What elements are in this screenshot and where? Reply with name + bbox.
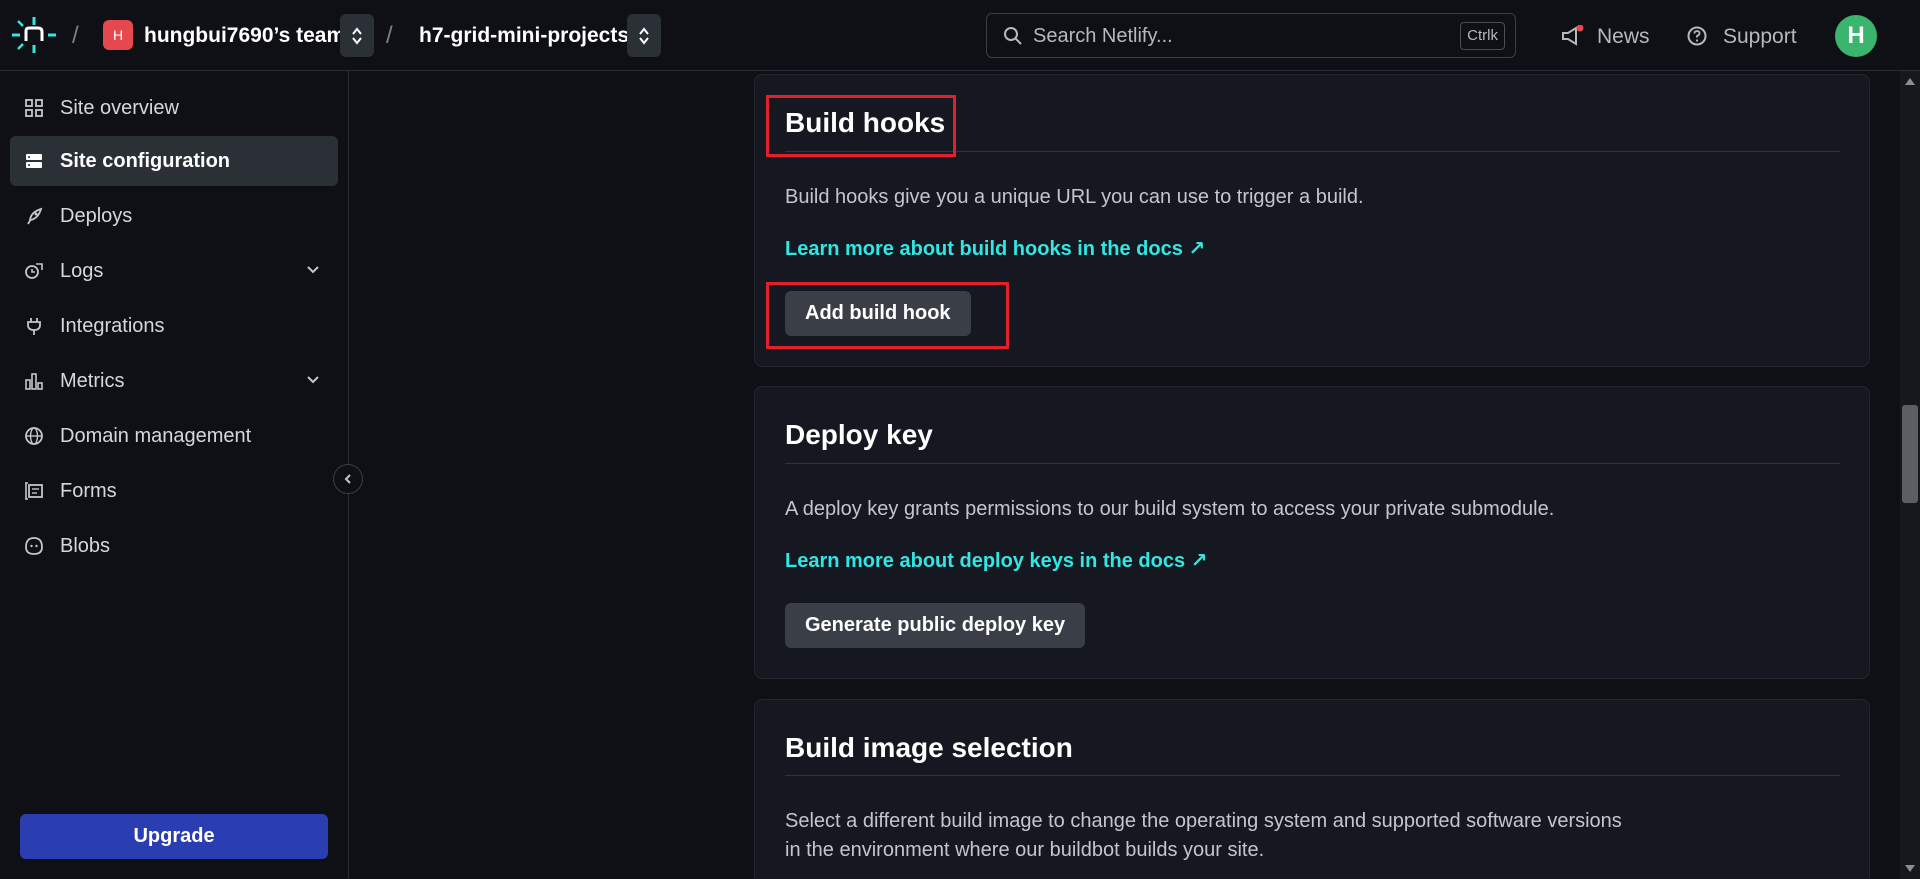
user-avatar[interactable]: H bbox=[1835, 15, 1877, 57]
sidebar-item-integrations[interactable]: Integrations bbox=[10, 301, 338, 351]
build-image-card: Build image selection Select a different… bbox=[754, 699, 1870, 879]
sidebar-item-domain-management[interactable]: Domain management bbox=[10, 411, 338, 461]
sidebar-item-label: Integrations bbox=[60, 315, 165, 337]
search-icon bbox=[1004, 27, 1022, 45]
search-input[interactable]: Search Netlify... Ctrlk bbox=[986, 13, 1516, 58]
sidebar-item-label: Site overview bbox=[60, 97, 179, 119]
server-icon bbox=[26, 154, 42, 168]
chevron-up-down-icon bbox=[352, 26, 362, 45]
sidebar-item-site-overview[interactable]: Site overview bbox=[10, 83, 338, 133]
build-hooks-description: Build hooks give you a unique URL you ca… bbox=[785, 186, 1364, 208]
sidebar-item-metrics[interactable]: Metrics bbox=[10, 356, 338, 406]
chevron-left-icon bbox=[344, 474, 351, 484]
plug-icon bbox=[27, 318, 41, 335]
team-avatar[interactable]: H bbox=[103, 20, 133, 50]
scrollbar-thumb[interactable] bbox=[1902, 405, 1918, 503]
team-switcher-button[interactable] bbox=[340, 14, 374, 57]
breadcrumb-separator: / bbox=[386, 22, 393, 49]
sidebar-item-deploys[interactable]: Deploys bbox=[10, 191, 338, 241]
sidebar-item-label: Forms bbox=[60, 480, 117, 502]
sidebar-item-label: Logs bbox=[60, 260, 104, 282]
netlify-logo-icon[interactable] bbox=[12, 17, 56, 53]
top-bar: / H hungbui7690’s team / h7-grid-mini-pr… bbox=[0, 0, 1920, 71]
divider bbox=[785, 151, 1840, 152]
build-image-description-line1: Select a different build image to change… bbox=[785, 810, 1622, 832]
rocket-icon bbox=[27, 207, 43, 225]
build-image-description-line2: in the environment where our buildbot bu… bbox=[785, 839, 1265, 861]
chevron-down-icon[interactable] bbox=[306, 263, 320, 277]
sidebar: Site overview Site configuration Deploys… bbox=[0, 71, 349, 879]
collapse-sidebar-button[interactable] bbox=[333, 464, 363, 494]
chevron-down-icon[interactable] bbox=[306, 373, 320, 387]
divider bbox=[785, 775, 1840, 776]
bar-chart-icon bbox=[25, 373, 43, 390]
search-placeholder: Search Netlify... bbox=[1033, 25, 1173, 47]
sidebar-item-label: Site configuration bbox=[60, 150, 230, 172]
breadcrumb-separator: / bbox=[72, 22, 79, 49]
generate-deploy-key-button[interactable]: Generate public deploy key bbox=[785, 603, 1086, 648]
chevron-up-down-icon bbox=[639, 26, 649, 45]
support-button[interactable]: Support bbox=[1723, 25, 1797, 49]
logs-icon bbox=[25, 263, 43, 279]
add-build-hook-button[interactable]: Add build hook bbox=[785, 291, 971, 336]
grid-icon bbox=[25, 99, 43, 117]
build-hooks-docs-link[interactable]: Learn more about build hooks in the docs… bbox=[785, 236, 1205, 261]
sidebar-item-label: Deploys bbox=[60, 205, 133, 227]
build-hooks-card: Build hooks Build hooks give you a uniqu… bbox=[754, 74, 1870, 367]
site-switcher-button[interactable] bbox=[627, 14, 661, 57]
sidebar-item-site-configuration[interactable]: Site configuration bbox=[10, 136, 338, 186]
team-name[interactable]: hungbui7690’s team bbox=[144, 24, 345, 48]
upgrade-button[interactable]: Upgrade bbox=[20, 814, 328, 859]
sidebar-item-label: Blobs bbox=[60, 535, 111, 557]
deploy-key-card: Deploy key A deploy key grants permissio… bbox=[754, 386, 1870, 679]
scroll-down-arrow-icon[interactable] bbox=[1904, 864, 1916, 874]
deploy-key-docs-link[interactable]: Learn more about deploy keys in the docs… bbox=[785, 548, 1207, 573]
build-hooks-title: Build hooks bbox=[785, 107, 946, 138]
sidebar-item-label: Domain management bbox=[60, 425, 252, 447]
sidebar-item-blobs[interactable]: Blobs bbox=[10, 521, 338, 571]
sidebar-item-forms[interactable]: Forms bbox=[10, 466, 338, 516]
search-shortcut-badge: Ctrlk bbox=[1460, 22, 1505, 50]
sidebar-item-logs[interactable]: Logs bbox=[10, 246, 338, 296]
scroll-up-arrow-icon[interactable] bbox=[1904, 76, 1916, 86]
site-name[interactable]: h7-grid-mini-projects bbox=[419, 24, 629, 48]
help-circle-icon[interactable] bbox=[1686, 25, 1708, 47]
deploy-key-title: Deploy key bbox=[785, 419, 933, 450]
megaphone-icon[interactable] bbox=[1560, 25, 1584, 47]
form-icon bbox=[25, 482, 43, 500]
sidebar-item-label: Metrics bbox=[60, 370, 125, 392]
globe-icon bbox=[25, 427, 43, 445]
news-button[interactable]: News bbox=[1597, 25, 1650, 49]
divider bbox=[785, 463, 1840, 464]
blob-icon bbox=[25, 537, 43, 555]
deploy-key-description: A deploy key grants permissions to our b… bbox=[785, 498, 1555, 520]
build-image-title: Build image selection bbox=[785, 732, 1073, 763]
